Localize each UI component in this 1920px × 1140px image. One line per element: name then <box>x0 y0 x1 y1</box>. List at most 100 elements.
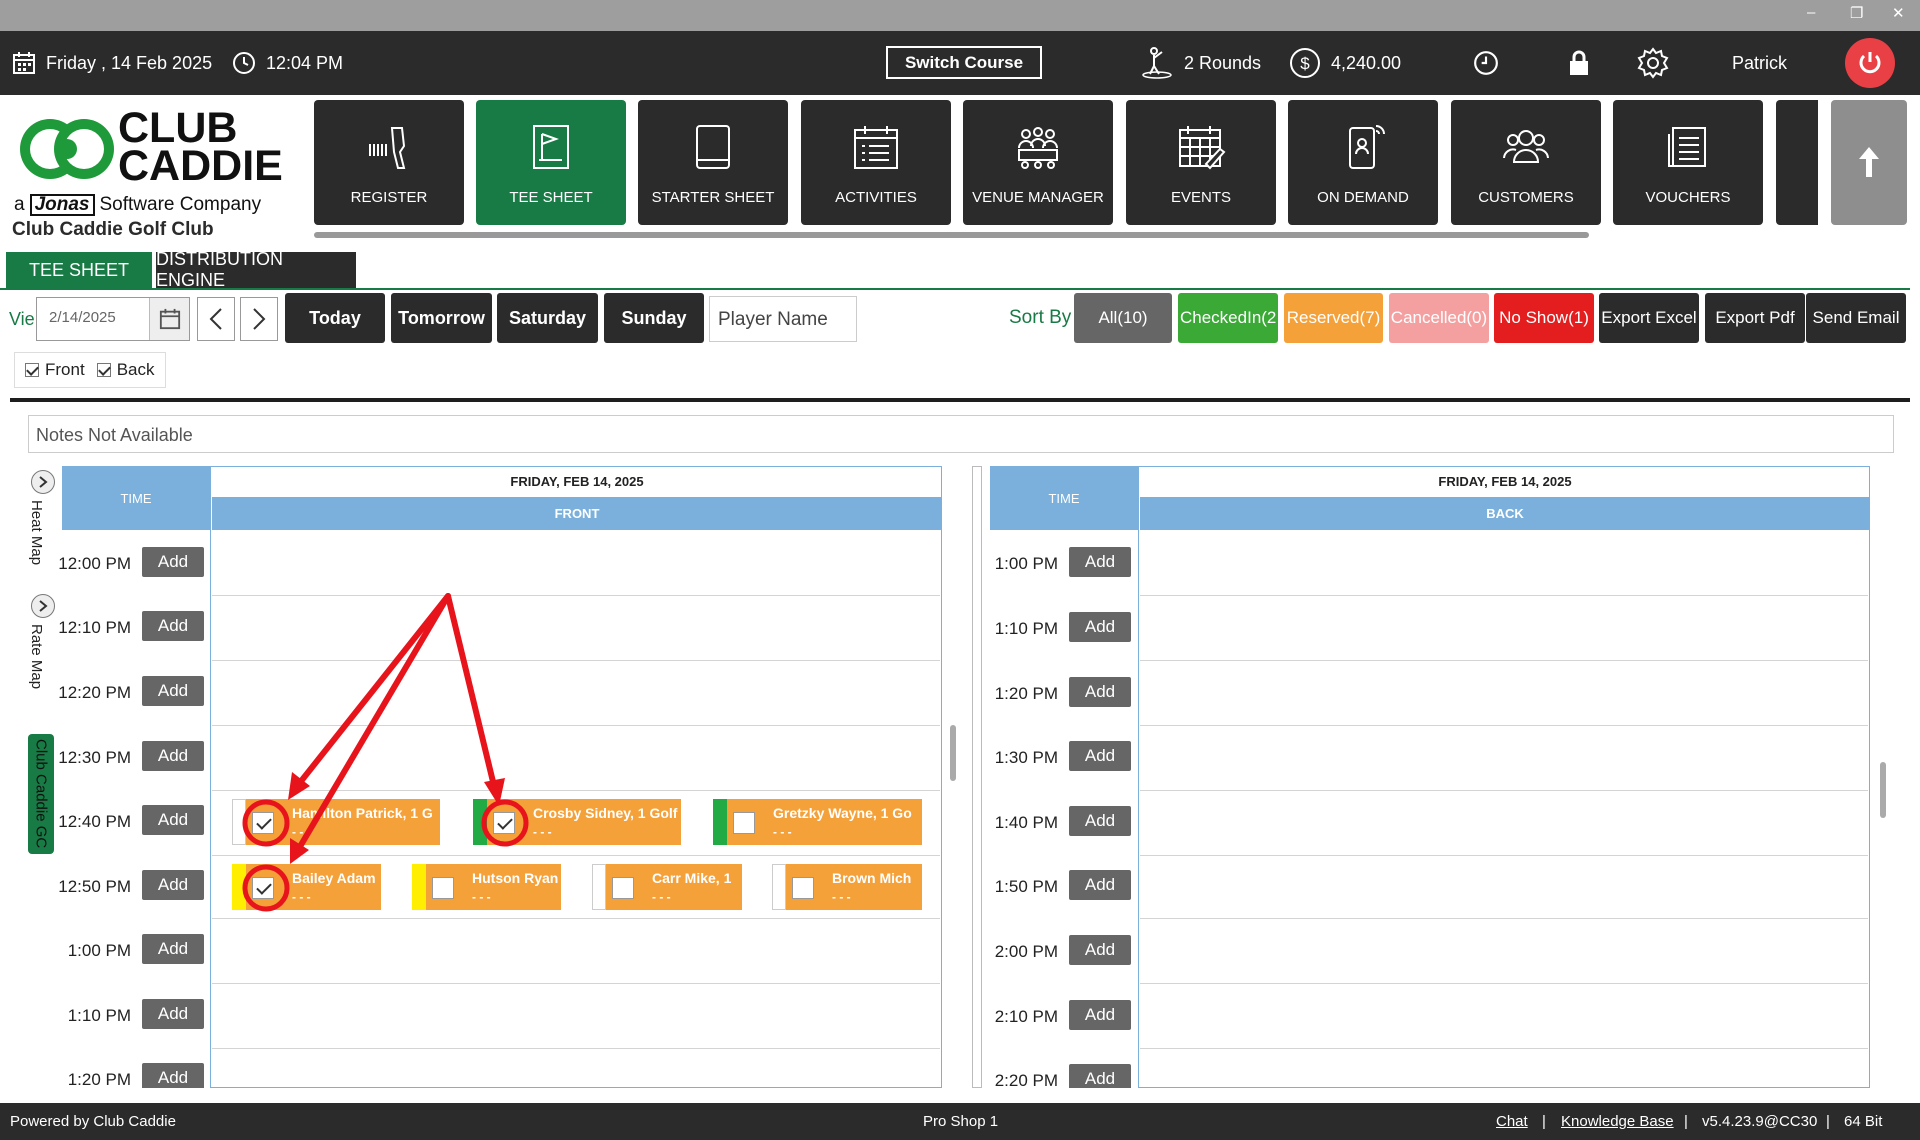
minimize-icon[interactable]: – <box>1807 4 1815 21</box>
heat-map-tab[interactable]: Heat Map <box>28 500 45 565</box>
front-add-button[interactable]: Add <box>142 676 204 706</box>
booking-card[interactable]: Gretzky Wayne, 1 Go - - - <box>713 799 922 845</box>
front-add-button[interactable]: Add <box>142 741 204 771</box>
back-add-button[interactable]: Add <box>1069 1000 1131 1030</box>
front-add-button[interactable]: Add <box>142 805 204 835</box>
back-add-button[interactable]: Add <box>1069 806 1131 836</box>
today-button[interactable]: Today <box>285 293 385 343</box>
sunday-button[interactable]: Sunday <box>604 293 704 343</box>
booking-card[interactable]: Crosby Sidney, 1 Golf - - - <box>473 799 681 845</box>
filter-reserved-button[interactable]: Reserved(7) <box>1284 293 1383 343</box>
nav-on-demand[interactable]: ON DEMAND <box>1288 100 1438 225</box>
checkin-checkbox[interactable] <box>252 877 274 899</box>
nav-register[interactable]: REGISTER <box>314 100 464 225</box>
front-label: Front <box>45 360 85 379</box>
front-add-button[interactable]: Add <box>142 611 204 641</box>
booking-card[interactable]: Brown Mich - - - <box>772 864 922 910</box>
front-checkbox[interactable] <box>25 363 39 377</box>
back-add-button[interactable]: Add <box>1069 870 1131 900</box>
nav-activities[interactable]: ACTIVITIES <box>801 100 951 225</box>
front-add-button[interactable]: Add <box>142 1063 204 1088</box>
nav-more-button[interactable] <box>1776 100 1818 225</box>
tab-tee-sheet[interactable]: TEE SHEET <box>6 252 152 288</box>
rate-map-toggle[interactable] <box>31 594 55 618</box>
version-label: v5.4.23.9@CC30 <box>1702 1113 1818 1130</box>
booking-card[interactable]: Bailey Adam - - - <box>232 864 381 910</box>
station-name: Pro Shop 1 <box>923 1113 999 1130</box>
checkin-checkbox[interactable] <box>252 812 274 834</box>
back-add-button[interactable]: Add <box>1069 547 1131 577</box>
history-clock-icon <box>1474 51 1498 75</box>
lock-button[interactable] <box>1568 31 1590 95</box>
front-add-button[interactable]: Add <box>142 999 204 1029</box>
front-slot-time: 12:10 PM <box>58 618 131 637</box>
player-detail: - - - <box>472 890 491 904</box>
booking-card[interactable]: Carr Mike, 1 - - - <box>592 864 742 910</box>
checkin-checkbox[interactable] <box>733 812 755 834</box>
balance-display[interactable]: $ 4,240.00 <box>1289 31 1401 95</box>
nav-starter-sheet[interactable]: STARTER SHEET <box>638 100 788 225</box>
window-titlebar: – ❐ ✕ <box>0 0 1920 31</box>
people-icon <box>1503 130 1549 163</box>
checkin-checkbox[interactable] <box>792 877 814 899</box>
club-name: Club Caddie Golf Club <box>12 219 214 240</box>
date-picker-input[interactable]: 2/14/2025 <box>36 297 190 341</box>
front-add-button[interactable]: Add <box>142 547 204 577</box>
nav-tee-sheet[interactable]: TEE SHEET <box>476 100 626 225</box>
history-button[interactable] <box>1473 31 1499 95</box>
nav-events[interactable]: EVENTS <box>1126 100 1276 225</box>
player-detail: - - - <box>832 890 851 904</box>
restore-icon[interactable]: ❐ <box>1850 4 1863 22</box>
power-button[interactable] <box>1845 38 1895 88</box>
checkin-checkbox[interactable] <box>612 877 634 899</box>
back-add-button[interactable]: Add <box>1069 935 1131 965</box>
next-day-button[interactable] <box>240 297 278 341</box>
user-name[interactable]: Patrick <box>1732 31 1787 95</box>
filter-all-button[interactable]: All(10) <box>1074 293 1172 343</box>
nav-vouchers[interactable]: VOUCHERS <box>1613 100 1763 225</box>
tomorrow-button[interactable]: Tomorrow <box>391 293 492 343</box>
back-add-button[interactable]: Add <box>1069 612 1131 642</box>
nav-scrollbar[interactable] <box>314 232 1589 238</box>
row-divider <box>212 725 940 726</box>
club-course-tab[interactable]: Club Caddie GC <box>28 734 54 854</box>
switch-course-button[interactable]: Switch Course <box>886 46 1042 79</box>
date-picker-button[interactable] <box>149 298 189 340</box>
nav-venue-manager-label: VENUE MANAGER <box>972 189 1104 206</box>
booking-card[interactable]: Hutson Ryan - - - <box>412 864 561 910</box>
rounds-display[interactable]: 2 Rounds <box>1140 31 1261 95</box>
nav-venue-manager[interactable]: VENUE MANAGER <box>963 100 1113 225</box>
filter-no-show-button[interactable]: No Show(1) <box>1494 293 1594 343</box>
back-add-button[interactable]: Add <box>1069 1064 1131 1088</box>
prev-day-button[interactable] <box>197 297 235 341</box>
back-add-button[interactable]: Add <box>1069 741 1131 771</box>
front-add-button[interactable]: Add <box>142 934 204 964</box>
heat-map-toggle[interactable] <box>31 470 55 494</box>
nav-customers[interactable]: CUSTOMERS <box>1451 100 1601 225</box>
settings-button[interactable] <box>1637 31 1669 95</box>
rate-map-tab[interactable]: Rate Map <box>28 624 45 689</box>
export-pdf-button[interactable]: Export Pdf <box>1705 293 1805 343</box>
back-add-button[interactable]: Add <box>1069 677 1131 707</box>
front-scrollbar[interactable] <box>950 725 956 781</box>
close-icon[interactable]: ✕ <box>1892 4 1905 22</box>
back-scrollbar[interactable] <box>1880 762 1886 818</box>
checkin-checkbox[interactable] <box>493 812 515 834</box>
send-email-button[interactable]: Send Email <box>1806 293 1906 343</box>
filter-checked-in-button[interactable]: CheckedIn(2 <box>1178 293 1278 343</box>
filter-cancelled-button[interactable]: Cancelled(0) <box>1389 293 1489 343</box>
export-excel-button[interactable]: Export Excel <box>1599 293 1699 343</box>
back-checkbox[interactable] <box>96 363 111 377</box>
scroll-top-button[interactable] <box>1831 100 1907 225</box>
chat-link[interactable]: Chat <box>1496 1113 1528 1130</box>
svg-text:$: $ <box>1300 54 1310 73</box>
row-divider <box>1140 983 1868 984</box>
knowledge-base-link[interactable]: Knowledge Base <box>1561 1113 1674 1130</box>
tab-distribution-engine[interactable]: DISTRIBUTION ENGINE <box>156 249 356 290</box>
saturday-button[interactable]: Saturday <box>497 293 598 343</box>
front-add-button[interactable]: Add <box>142 870 204 900</box>
booking-card[interactable]: Hamilton Patrick, 1 G - - - <box>232 799 440 845</box>
current-time: 12:04 PM <box>266 52 344 73</box>
checkin-checkbox[interactable] <box>432 877 454 899</box>
player-name-input[interactable]: Player Name <box>709 296 857 342</box>
